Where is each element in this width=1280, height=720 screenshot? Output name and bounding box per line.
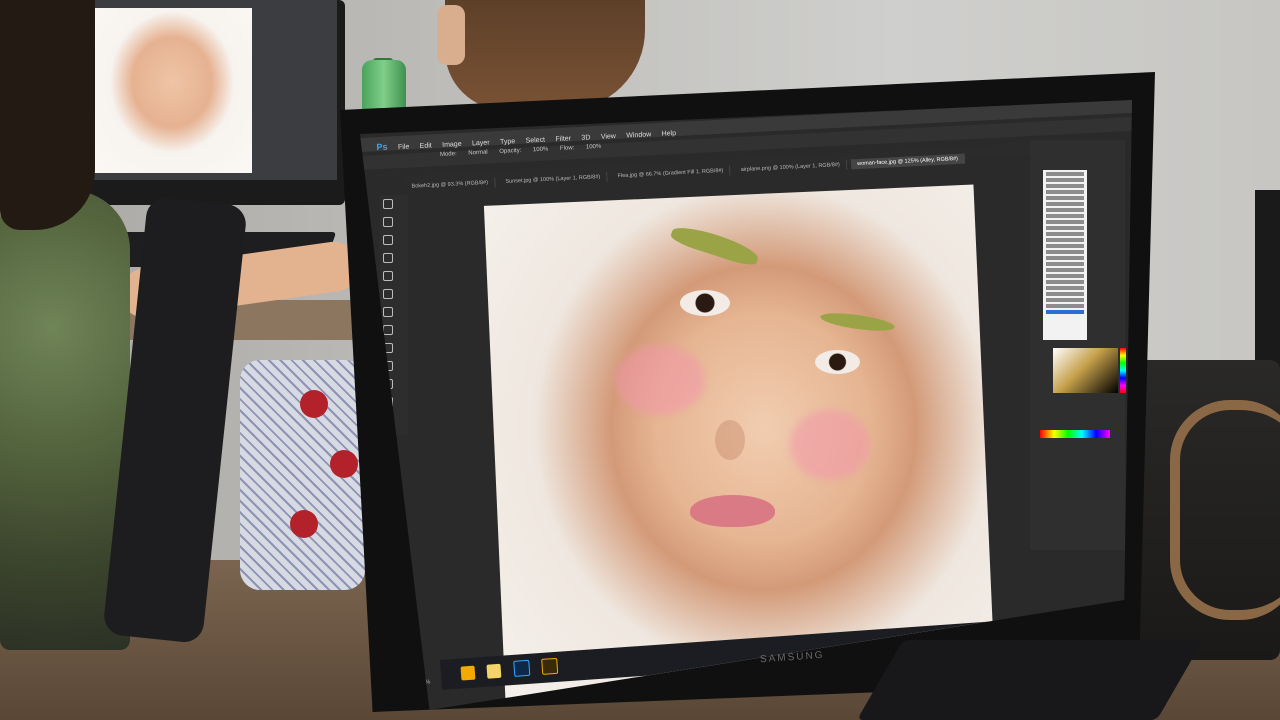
flow-field[interactable]: 100% [586, 144, 602, 151]
folder-icon[interactable] [486, 663, 502, 679]
lips [690, 495, 775, 527]
opacity-label: Opacity: [499, 147, 522, 155]
healing-brush-icon[interactable] [383, 307, 393, 317]
menu-type[interactable]: Type [500, 138, 516, 146]
flow-label: Flow: [559, 145, 575, 152]
keyboard [856, 640, 1204, 720]
dress-flower [290, 510, 318, 538]
dress-flower [330, 450, 358, 478]
bridge-taskbar-icon[interactable] [541, 657, 559, 675]
nose [715, 420, 745, 460]
opacity-field[interactable]: 100% [533, 146, 549, 153]
menu-edit[interactable]: Edit [420, 142, 432, 150]
mode-label: Mode: [439, 151, 457, 158]
eyedropper-icon[interactable] [383, 289, 393, 299]
person-face [437, 5, 465, 65]
doc-tab[interactable]: Flea.jpg @ 66.7% (Gradient Fill 1, RGB/8… [611, 165, 731, 182]
water-bottle [362, 60, 406, 115]
menu-select[interactable]: Select [525, 137, 545, 145]
doc-tab-active[interactable]: woman-face.jpg @ 125% (Alley, RGB/8#) [850, 153, 966, 170]
dress-flower [300, 390, 328, 418]
blend-mode-dropdown[interactable] [1043, 170, 1087, 340]
back-monitor-photo [92, 8, 252, 173]
menu-filter[interactable]: Filter [555, 135, 571, 143]
photoshop-taskbar-icon[interactable] [513, 659, 531, 677]
eye-right [815, 350, 860, 374]
brush-tool-icon[interactable] [383, 325, 393, 335]
quick-select-icon[interactable] [383, 253, 393, 263]
menu-3d[interactable]: 3D [581, 134, 590, 141]
ps-logo[interactable]: Ps [376, 142, 388, 153]
doc-tab[interactable]: Sunset.jpg @ 100% (Layer 1, RGB/8#) [499, 171, 608, 188]
eye-left [680, 290, 730, 316]
hue-slider[interactable] [1120, 348, 1126, 393]
menu-help[interactable]: Help [661, 130, 676, 138]
color-picker-field[interactable] [1053, 348, 1118, 393]
crop-tool-icon[interactable] [383, 271, 393, 281]
chrome-icon[interactable] [460, 665, 476, 681]
blush-right [790, 410, 870, 480]
menu-layer[interactable]: Layer [472, 139, 490, 147]
lasso-tool-icon[interactable] [383, 235, 393, 245]
doc-tab[interactable]: Bokeh2.jpg @ 93.3% (RGB/8#) [405, 177, 496, 192]
right-monitor [1255, 190, 1280, 380]
blend-mode-selected[interactable] [1046, 310, 1084, 314]
doc-tab[interactable]: airplane.png @ 100% (Layer 1, RGB/8#) [734, 159, 848, 176]
handbag-handle [1170, 400, 1280, 620]
menu-view[interactable]: View [601, 133, 616, 141]
marquee-tool-icon[interactable] [383, 217, 393, 227]
person-left-hair [0, 0, 95, 230]
mode-select[interactable]: Normal [468, 150, 488, 157]
blush-left [615, 345, 705, 415]
swatches-strip[interactable] [1040, 430, 1110, 438]
menu-window[interactable]: Window [626, 131, 651, 139]
move-tool-icon[interactable] [383, 199, 393, 209]
menu-image[interactable]: Image [442, 141, 462, 149]
menu-file[interactable]: File [398, 144, 410, 152]
